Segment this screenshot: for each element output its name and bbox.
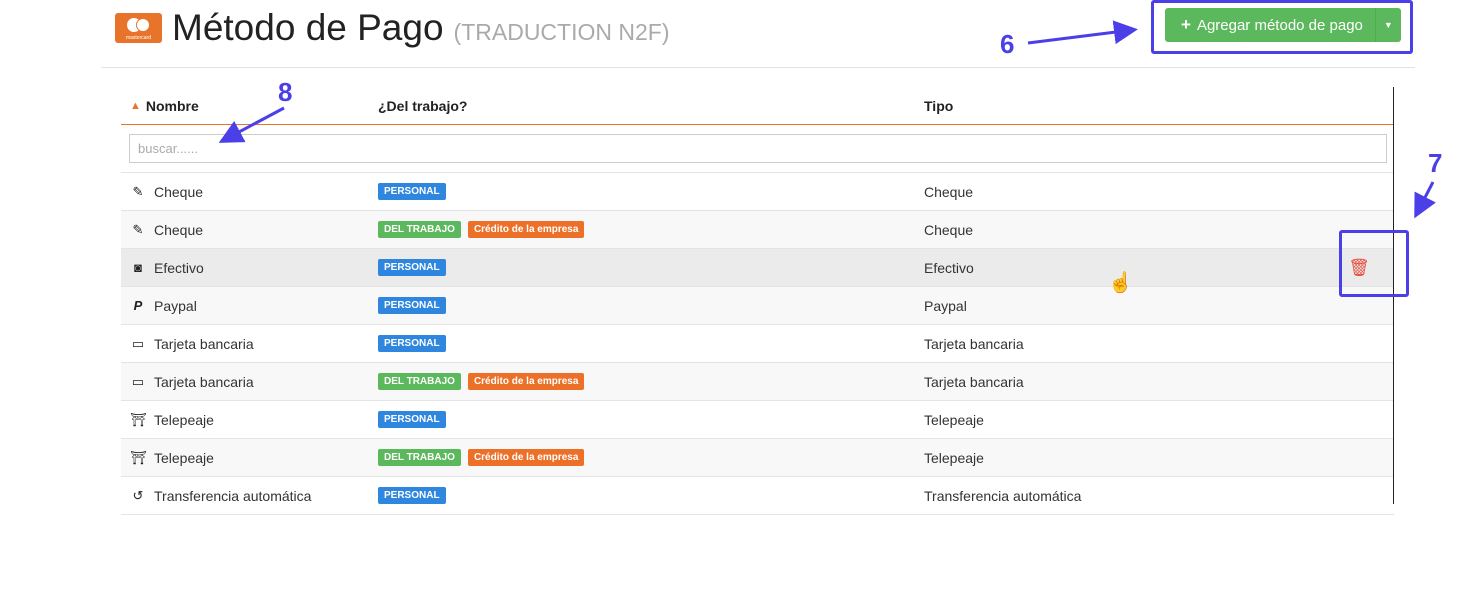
cell-work: PERSONAL <box>378 297 924 314</box>
cell-name: ⛩ Telepeaje <box>121 412 378 428</box>
check-icon: ✎ <box>132 222 144 237</box>
cell-name: ◙ Efectivo <box>121 260 378 276</box>
table-row[interactable]: ⛩ Telepeaje DEL TRABAJO Crédito de la empre… <box>121 439 1394 477</box>
payment-method-name: Transferencia automática <box>154 487 312 504</box>
table-row[interactable]: ▭ Tarjeta bancaria DEL TRABAJO Crédito de l… <box>121 363 1394 401</box>
credit-card-icon: ▭ <box>131 336 145 351</box>
table-row[interactable]: ◙ Efectivo PERSONAL Efectivo 🗑 <box>121 249 1394 287</box>
paypal-icon: P <box>133 298 143 313</box>
cell-type: Telepeaje <box>924 411 984 428</box>
cell-work: DEL TRABAJO Crédito de la empresa <box>378 449 924 466</box>
table-row[interactable]: ⛩ Telepeaje PERSONAL Telepeaje <box>121 401 1394 439</box>
payment-method-name: Cheque <box>154 221 204 238</box>
cell-type: Tarjeta bancaria <box>924 335 1024 352</box>
annotation-label-6: 6 <box>1000 29 1015 59</box>
cell-name: ✎ Cheque <box>121 184 378 200</box>
table-row[interactable]: ✎ Cheque DEL TRABAJO Crédito de la empresa C… <box>121 211 1394 249</box>
history-icon: ↺ <box>132 488 144 503</box>
cell-type: Cheque <box>924 183 974 200</box>
cell-work: PERSONAL <box>378 183 924 200</box>
personal-badge: PERSONAL <box>378 297 446 314</box>
cell-type: Tarjeta bancaria <box>924 373 1024 390</box>
payment-method-name: Telepeaje <box>154 411 214 428</box>
payment-methods-table: ▲ Nombre ¿Del trabajo? Tipo ✎ Cheque PERSO… <box>121 87 1394 515</box>
table-body: ✎ Cheque PERSONAL Cheque ✎ Cheque DEL TRABAJO C… <box>121 173 1394 515</box>
credit-card-icon: ▭ <box>131 374 145 389</box>
cell-type: Telepeaje <box>924 449 984 466</box>
work-badge: DEL TRABAJO <box>378 221 461 238</box>
table-row[interactable]: ↺ Transferencia automática PERSONAL Transfe… <box>121 477 1394 515</box>
cell-type: Paypal <box>924 297 967 314</box>
cell-work: PERSONAL <box>378 259 924 276</box>
company-credit-badge: Crédito de la empresa <box>467 221 585 238</box>
search-row <box>121 125 1394 173</box>
cell-name: ✎ Cheque <box>121 222 378 238</box>
company-credit-badge: Crédito de la empresa <box>467 449 585 466</box>
table-header: ▲ Nombre ¿Del trabajo? Tipo <box>121 87 1394 125</box>
cell-name: ⛩ Telepeaje <box>121 450 378 466</box>
toll-icon: ⛩ <box>130 450 147 465</box>
personal-badge: PERSONAL <box>378 335 446 352</box>
toll-icon: ⛩ <box>130 412 147 427</box>
sort-asc-icon: ▲ <box>130 99 141 112</box>
page-subtitle: (TRADUCTION N2F) <box>453 18 670 45</box>
cell-work: PERSONAL <box>378 411 924 428</box>
check-icon: ✎ <box>132 184 144 199</box>
cell-work: PERSONAL <box>378 487 924 504</box>
cell-type: Transferencia automática <box>924 487 1082 504</box>
cell-name: P Paypal <box>121 298 378 314</box>
personal-badge: PERSONAL <box>378 411 446 428</box>
annotation-arrow-7 <box>1414 181 1436 219</box>
company-credit-badge: Crédito de la empresa <box>467 373 585 390</box>
hand-cursor-icon: ☝ <box>1108 272 1133 294</box>
work-badge: DEL TRABAJO <box>378 373 461 390</box>
payment-method-name: Efectivo <box>154 259 204 276</box>
table-row[interactable]: ▭ Tarjeta bancaria PERSONAL Tarjeta bancari… <box>121 325 1394 363</box>
cell-work: PERSONAL <box>378 335 924 352</box>
page-header: mastercard Método de Pago (TRADUCTION N2… <box>115 6 669 50</box>
column-header-name[interactable]: ▲ Nombre <box>121 98 378 114</box>
header-divider <box>101 67 1415 68</box>
personal-badge: PERSONAL <box>378 487 446 504</box>
payment-method-name: Paypal <box>154 297 197 314</box>
cell-work: DEL TRABAJO Crédito de la empresa <box>378 221 924 238</box>
cash-icon: ◙ <box>134 260 142 275</box>
table-row[interactable]: P Paypal PERSONAL Paypal <box>121 287 1394 325</box>
mastercard-logo: mastercard <box>115 13 162 43</box>
personal-badge: PERSONAL <box>378 183 446 200</box>
payment-method-name: Cheque <box>154 183 204 200</box>
work-badge: DEL TRABAJO <box>378 449 461 466</box>
cell-name: ▭ Tarjeta bancaria <box>121 374 378 390</box>
column-header-work[interactable]: ¿Del trabajo? <box>378 98 924 114</box>
cell-work: DEL TRABAJO Crédito de la empresa <box>378 373 924 390</box>
cell-name: ↺ Transferencia automática <box>121 488 378 504</box>
search-input[interactable] <box>129 134 1387 163</box>
payment-method-name: Telepeaje <box>154 449 214 466</box>
annotation-arrow-6 <box>1027 20 1138 45</box>
column-header-type[interactable]: Tipo <box>924 98 1324 114</box>
annotation-box-6 <box>1151 0 1413 54</box>
payment-method-name: Tarjeta bancaria <box>154 373 254 390</box>
personal-badge: PERSONAL <box>378 259 446 276</box>
page-title: Método de Pago <box>172 7 444 48</box>
annotation-box-7 <box>1339 230 1409 297</box>
table-row[interactable]: ✎ Cheque PERSONAL Cheque <box>121 173 1394 211</box>
annotation-label-7: 7 <box>1428 148 1443 178</box>
cell-name: ▭ Tarjeta bancaria <box>121 336 378 352</box>
annotation-label-8: 8 <box>278 77 293 107</box>
cell-type: Cheque <box>924 221 974 238</box>
payment-method-name: Tarjeta bancaria <box>154 335 254 352</box>
